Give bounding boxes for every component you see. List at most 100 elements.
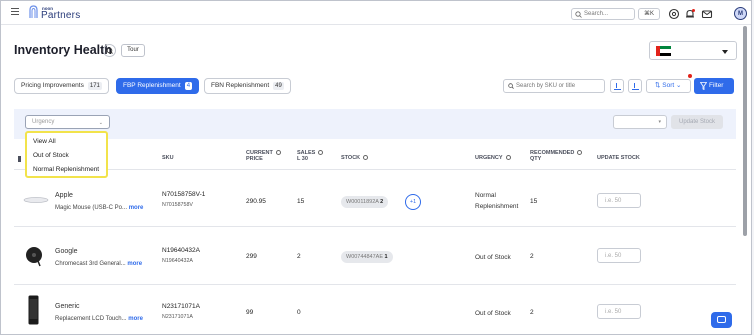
update-stock-input[interactable]: i.e. 50 xyxy=(597,193,641,208)
help-icon[interactable] xyxy=(668,8,680,20)
stock-code: W00744847AE xyxy=(346,254,383,260)
header-rec-line2: QTY xyxy=(530,156,542,162)
page-title: Inventory Health xyxy=(14,43,112,57)
table-row: Apple Magic Mouse (USB-C Po... more N701… xyxy=(14,171,736,227)
header-update-stock: UPDATE STOCK xyxy=(597,155,640,161)
sku-search-input[interactable]: Search by SKU or title xyxy=(503,79,605,93)
product-brand: Apple xyxy=(55,192,73,199)
urgency-option-view-all[interactable]: View All xyxy=(33,138,56,145)
urgency-value: Out of Stock xyxy=(475,254,511,261)
sort-label: Sort xyxy=(662,82,675,89)
more-link[interactable]: more xyxy=(129,205,144,211)
stock-badge: W00744847AE 1 xyxy=(341,251,393,263)
search-icon xyxy=(575,11,582,18)
header-stock: STOCK xyxy=(341,155,369,161)
download-button[interactable] xyxy=(610,79,624,93)
uae-flag-icon xyxy=(656,46,671,56)
upload-icon-base xyxy=(632,89,639,90)
product-title-text: Replacement LCD Touch... xyxy=(55,316,127,322)
product-title: Magic Mouse (USB-C Po... more xyxy=(55,205,143,211)
tab-pricing-improvements[interactable]: Pricing Improvements 171 xyxy=(14,78,109,94)
sales-l30: 15 xyxy=(297,198,305,205)
sales-l30: 0 xyxy=(297,309,301,316)
user-avatar[interactable]: M xyxy=(734,7,747,20)
mail-icon[interactable] xyxy=(701,8,713,20)
tab-fbp-replenishment[interactable]: FBP Replenishment 4 xyxy=(116,78,200,94)
title-help-button[interactable] xyxy=(103,44,116,57)
product-image xyxy=(26,247,42,267)
tab-count: 171 xyxy=(87,82,102,90)
stock-code: W00011892A xyxy=(346,199,379,205)
upload-icon xyxy=(634,83,637,88)
tour-button[interactable]: Tour xyxy=(121,44,145,57)
chevron-down-icon: ▾ xyxy=(658,119,661,125)
chat-button[interactable] xyxy=(711,312,732,328)
more-link[interactable]: more xyxy=(127,261,142,267)
product-title-text: Magic Mouse (USB-C Po... xyxy=(55,205,128,211)
header-current-price-line2: PRICE xyxy=(246,156,263,162)
urgency-option-normal-replenishment[interactable]: Normal Replenishment xyxy=(33,166,99,173)
header-urgency: URGENCY xyxy=(475,155,511,161)
update-stock-input[interactable]: i.e. 50 xyxy=(597,304,641,319)
urgency-dropdown-menu: View All Out of Stock Normal Replenishme… xyxy=(25,131,108,178)
recommended-qty: 2 xyxy=(530,309,534,316)
search-icon xyxy=(508,83,514,89)
page-scrollbar[interactable] xyxy=(743,26,747,236)
product-brand: Google xyxy=(55,248,78,255)
product-brand: Generic xyxy=(55,303,80,310)
header-sort-marker xyxy=(18,156,21,162)
tab-fbn-replenishment[interactable]: FBN Replenishment 49 xyxy=(204,78,291,94)
global-search-input[interactable]: Search... xyxy=(571,8,635,20)
urgency-value: Normal Replenishment xyxy=(475,192,519,210)
noon-logo-icon xyxy=(29,5,38,18)
product-image xyxy=(28,295,39,325)
tab-label: FBP Replenishment xyxy=(123,82,181,89)
product-title: Replacement LCD Touch... more xyxy=(55,316,143,322)
product-title: Chromecast 3rd General... more xyxy=(55,261,142,267)
urgency-placeholder: Urgency xyxy=(32,119,55,125)
tab-label: FBN Replenishment xyxy=(211,82,270,89)
header-sales-line2: L 30 xyxy=(297,156,308,162)
tab-label: Pricing Improvements xyxy=(21,82,84,89)
filter-label: Filter xyxy=(709,82,724,89)
sales-l30: 2 xyxy=(297,253,301,260)
bulk-select[interactable]: ▾ xyxy=(613,115,667,129)
product-image xyxy=(23,197,49,203)
header-urgency-label: URGENCY xyxy=(475,155,503,161)
sku-value: N19640432A xyxy=(162,247,200,254)
more-stock-button[interactable]: +1 xyxy=(405,194,421,210)
update-stock-input[interactable]: i.e. 50 xyxy=(597,248,641,263)
global-search-placeholder: Search... xyxy=(584,11,609,17)
stock-qty: 2 xyxy=(380,199,384,205)
menu-icon[interactable] xyxy=(11,8,19,16)
filter-button[interactable]: Filter xyxy=(694,78,734,94)
info-icon xyxy=(275,150,281,155)
current-price: 99 xyxy=(246,309,254,316)
tab-count: 4 xyxy=(184,82,193,90)
chat-icon xyxy=(717,316,726,323)
chevron-down-icon: ⌄ xyxy=(98,120,103,126)
table-row: Google Chromecast 3rd General... more N1… xyxy=(14,228,736,285)
filter-icon xyxy=(700,82,707,90)
table-row: Generic Replacement LCD Touch... more N2… xyxy=(14,286,736,334)
sku-sub-value: N19640432A xyxy=(162,258,193,264)
current-price: 290.95 xyxy=(246,198,266,205)
download-icon-base xyxy=(614,89,621,90)
header-current-price: CURRENT PRICE xyxy=(246,150,281,162)
upload-button[interactable] xyxy=(628,79,642,93)
sku-sub-value: N23171071A xyxy=(162,314,193,320)
urgency-option-out-of-stock[interactable]: Out of Stock xyxy=(33,152,69,159)
help-icon xyxy=(106,47,113,54)
sort-button[interactable]: ⇅ Sort ⌄ xyxy=(646,79,691,93)
shortcut-hint: ⌘K xyxy=(638,8,660,20)
notification-bell-icon[interactable] xyxy=(684,8,696,20)
more-link[interactable]: more xyxy=(128,316,143,322)
product-title-text: Chromecast 3rd General... xyxy=(55,261,126,267)
header-sku: SKU xyxy=(162,155,174,161)
update-stock-button[interactable]: Update Stock xyxy=(671,115,723,129)
country-select[interactable] xyxy=(649,41,737,60)
urgency-select[interactable]: Urgency ⌄ xyxy=(25,115,110,129)
sku-value: N70158758V-1 xyxy=(162,191,206,198)
header-sales: SALES L 30 xyxy=(297,150,324,162)
stock-qty: 1 xyxy=(384,254,388,260)
